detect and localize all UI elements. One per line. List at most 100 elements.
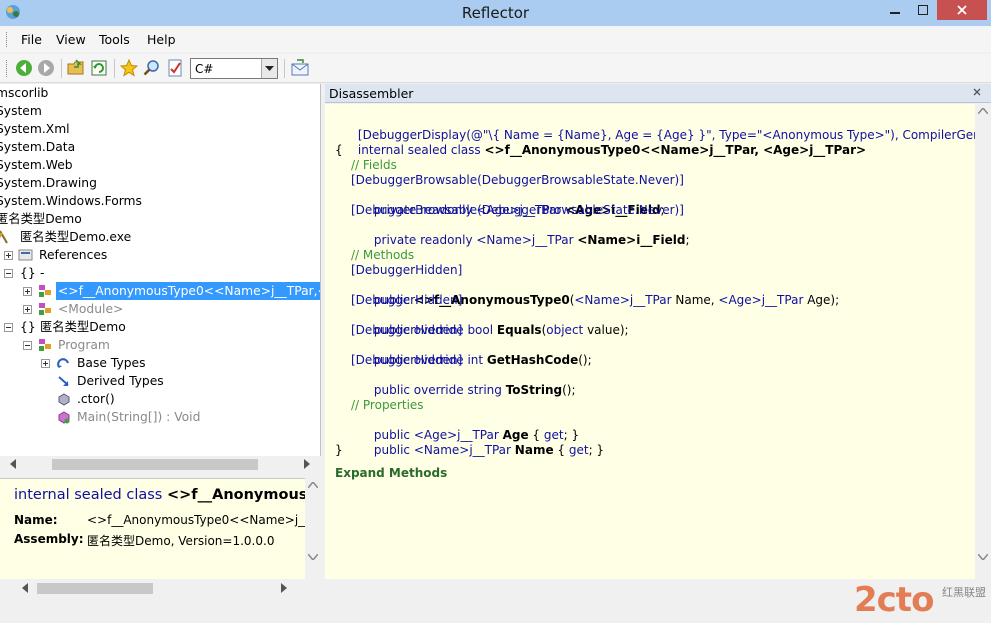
code-comment: // Properties [351, 398, 424, 412]
collapse-toggle[interactable] [23, 341, 32, 350]
toolbar: C# [0, 54, 991, 83]
maximize-icon [918, 5, 928, 15]
forward-icon[interactable] [37, 59, 55, 77]
code-line: [DebuggerHidden] [351, 263, 463, 277]
code-vertical-scrollbar[interactable] [975, 104, 991, 579]
expand-toggle[interactable] [23, 305, 32, 314]
close-icon [957, 5, 967, 15]
assembly-tree[interactable]: mscorlib System System.Xml System.Data S… [0, 84, 321, 472]
menu-bar: File View Tools Help [0, 26, 991, 52]
code-comment: // Methods [351, 248, 415, 262]
tree-item-demo-assembly[interactable]: 匿名类型Demo [0, 210, 82, 228]
method-icon [58, 393, 70, 406]
watermark-subtitle: 红黑联盟 [942, 586, 986, 599]
info-horizontal-scrollbar[interactable] [0, 579, 321, 597]
namespace-icon: {} [20, 320, 36, 334]
code-line: [DebuggerHidden] [351, 293, 463, 307]
references-icon [18, 249, 33, 261]
module-icon [0, 230, 8, 244]
scrollbar-thumb[interactable] [37, 583, 153, 594]
class-icon [39, 285, 51, 297]
close-button[interactable] [937, 0, 987, 20]
info-assembly-value: 匿名类型Demo, Version=1.0.0.0 [87, 534, 275, 548]
chevron-up-icon[interactable] [308, 482, 318, 488]
tree-item-system-web[interactable]: System.Web [0, 156, 73, 174]
tree-item-system-xml[interactable]: System.Xml [0, 120, 70, 138]
reflector-window: Reflector File View Tools Help C# mscorl… [0, 0, 991, 623]
title-bar[interactable]: Reflector [0, 0, 991, 26]
class-icon [39, 339, 51, 351]
disassembler-header: Disassembler [325, 84, 991, 103]
toolbar-grip[interactable] [6, 60, 9, 77]
scrollbar-thumb[interactable] [52, 459, 258, 470]
toolbar-separator [61, 59, 62, 78]
chevron-left-icon[interactable] [22, 583, 28, 593]
signature-name: <>f__AnonymousT [166, 487, 318, 503]
minimize-button[interactable] [881, 0, 909, 20]
watermark: 2cto 红黑联盟 [852, 578, 991, 623]
info-vertical-scrollbar[interactable] [305, 478, 321, 579]
expand-methods-link[interactable]: Expand Methods [335, 466, 447, 480]
status-strip [0, 597, 991, 623]
tree-item-system-data[interactable]: System.Data [0, 138, 75, 156]
language-value: C# [195, 62, 214, 76]
expand-toggle[interactable] [4, 251, 13, 260]
toolbar-separator [114, 59, 115, 78]
code-line: [DebuggerBrowsable(DebuggerBrowsableStat… [351, 173, 684, 187]
close-icon[interactable] [973, 88, 981, 96]
tree-item-system[interactable]: System [0, 102, 42, 120]
collapse-toggle[interactable] [4, 269, 13, 278]
chevron-up-icon[interactable] [978, 108, 988, 114]
code-line: } [335, 443, 343, 457]
info-name-value: <>f__AnonymousType0<<Name>j__TI [87, 513, 321, 527]
code-line: [DebuggerHidden] [351, 323, 463, 337]
code-line: { [335, 143, 343, 157]
toolbar-separator [284, 59, 285, 78]
class-icon [39, 303, 51, 315]
refresh-icon[interactable] [90, 59, 108, 77]
disassembler-title: Disassembler [329, 86, 414, 101]
menu-help[interactable]: Help [147, 32, 176, 47]
search-icon[interactable] [143, 59, 161, 77]
menu-file[interactable]: File [21, 32, 42, 47]
info-pane: internal sealed class <>f__AnonymousT Na… [0, 478, 321, 579]
back-icon[interactable] [15, 59, 33, 77]
menu-view[interactable]: View [56, 32, 86, 47]
dropdown-arrow[interactable] [261, 59, 277, 78]
menu-grip[interactable] [6, 32, 9, 47]
chevron-left-icon[interactable] [10, 459, 16, 469]
chevron-down-icon [265, 66, 274, 71]
bookmark-icon[interactable] [120, 59, 138, 77]
language-dropdown[interactable]: C# [190, 58, 278, 79]
base-types-icon [57, 358, 69, 368]
menu-tools[interactable]: Tools [99, 32, 130, 47]
maximize-button[interactable] [909, 0, 937, 20]
code-comment: // Fields [351, 158, 397, 172]
tree-item-mscorlib[interactable]: mscorlib [0, 84, 48, 102]
code-line: [DebuggerHidden] [351, 353, 463, 367]
info-assembly-label: Assembly: [14, 532, 84, 546]
signature-keywords: internal sealed class [14, 487, 163, 503]
code-line: [DebuggerBrowsable(DebuggerBrowsableStat… [351, 203, 684, 217]
derived-types-icon [58, 376, 69, 386]
chevron-down-icon[interactable] [978, 554, 988, 560]
tree-item-system-windows-forms[interactable]: System.Windows.Forms [0, 192, 142, 210]
code-line: internal sealed class <>f__AnonymousType… [357, 143, 867, 157]
chevron-right-icon[interactable] [281, 583, 287, 593]
tree-item-system-drawing[interactable]: System.Drawing [0, 174, 97, 192]
window-title: Reflector [461, 4, 530, 22]
chevron-right-icon[interactable] [304, 459, 310, 469]
chevron-down-icon[interactable] [308, 554, 318, 560]
namespace-icon: {} [20, 266, 36, 280]
collapse-toggle[interactable] [4, 323, 13, 332]
expand-toggle[interactable] [23, 287, 32, 296]
info-signature: internal sealed class <>f__AnonymousT [14, 487, 317, 503]
tree-horizontal-scrollbar[interactable] [0, 456, 321, 472]
info-name-label: Name: [14, 513, 58, 527]
static-method-icon [58, 411, 70, 424]
expand-toggle[interactable] [41, 359, 50, 368]
disassembler-code[interactable]: [DebuggerDisplay(@"\{ Name = {Name}, Age… [325, 104, 975, 579]
open-icon[interactable] [67, 59, 85, 77]
email-icon[interactable] [291, 59, 309, 77]
analyze-icon[interactable] [166, 59, 184, 77]
